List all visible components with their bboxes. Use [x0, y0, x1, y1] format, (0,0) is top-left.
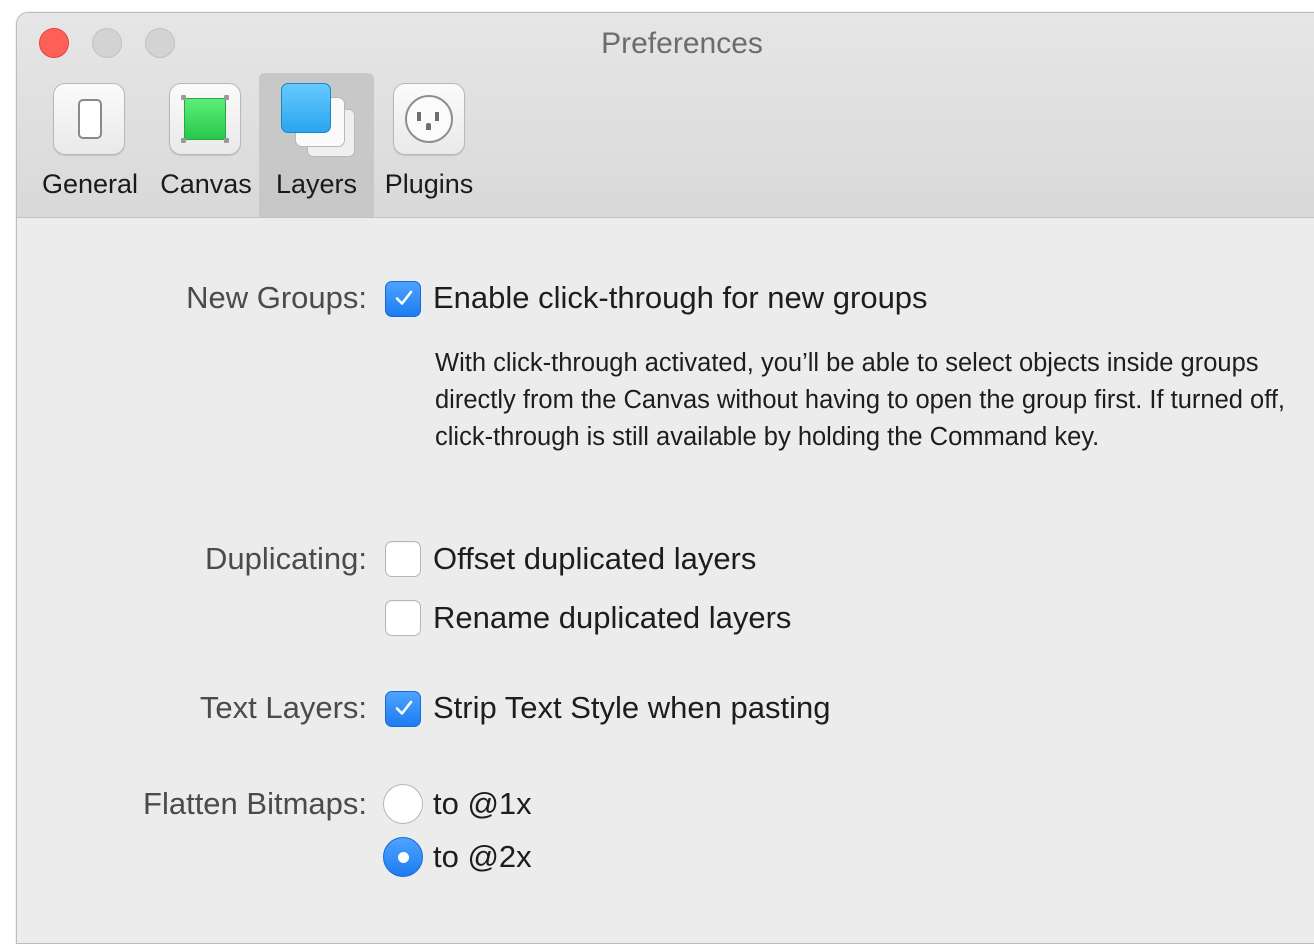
offset-duplicated-layers-label[interactable]: Offset duplicated layers	[433, 541, 756, 577]
strip-text-style-checkbox[interactable]	[385, 691, 421, 727]
layers-icon	[279, 81, 359, 161]
toolbar-tab-general-label: General	[41, 169, 139, 199]
toolbar-tab-general[interactable]: General	[35, 73, 145, 217]
toolbar-tab-layers[interactable]: Layers	[259, 73, 374, 217]
flatten-2x-radio[interactable]	[383, 837, 423, 877]
click-through-description: With click-through activated, you’ll be …	[435, 349, 1285, 451]
text-layers-label: Text Layers:	[199, 690, 367, 725]
offset-duplicated-layers-checkbox[interactable]	[385, 541, 421, 577]
settings-panel: New Groups: Enable click-through for new…	[17, 218, 1314, 943]
canvas-icon	[169, 83, 241, 155]
enable-click-through-label[interactable]: Enable click-through for new groups	[433, 280, 928, 316]
toolbar-tab-canvas-label: Canvas	[160, 169, 252, 199]
checkmark-icon	[395, 700, 413, 715]
checkmark-icon	[395, 290, 413, 305]
toolbar-tab-layers-label: Layers	[275, 169, 358, 199]
strip-text-style-label[interactable]: Strip Text Style when pasting	[433, 690, 830, 726]
flatten-2x-label[interactable]: to @2x	[433, 839, 532, 875]
flatten-bitmaps-label: Flatten Bitmaps:	[143, 786, 367, 821]
phone-icon	[53, 83, 125, 155]
rename-duplicated-layers-checkbox[interactable]	[385, 600, 421, 636]
toolbar-tab-canvas[interactable]: Canvas	[151, 73, 261, 217]
enable-click-through-checkbox[interactable]	[385, 281, 421, 317]
new-groups-label: New Groups:	[186, 280, 367, 315]
flatten-1x-radio[interactable]	[383, 784, 423, 824]
flatten-1x-label[interactable]: to @1x	[433, 786, 532, 822]
window-title: Preferences	[601, 27, 763, 60]
duplicating-label: Duplicating:	[205, 541, 367, 576]
title-bar: Preferences General Canvas Layers Plugin…	[17, 13, 1314, 218]
plug-outlet-icon	[393, 83, 465, 155]
toolbar-tab-plugins[interactable]: Plugins	[377, 73, 481, 217]
rename-duplicated-layers-label[interactable]: Rename duplicated layers	[433, 600, 791, 636]
preferences-window: Preferences General Canvas Layers Plugin…	[16, 12, 1314, 944]
toolbar-tab-plugins-label: Plugins	[384, 169, 474, 199]
